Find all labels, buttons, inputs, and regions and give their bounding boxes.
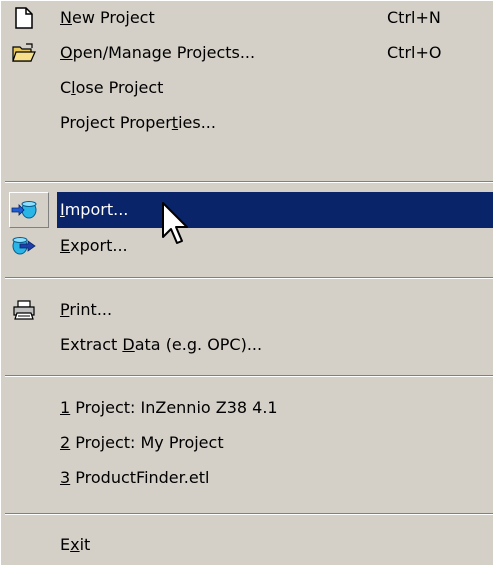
menu-separator bbox=[5, 277, 493, 279]
menu-item-export[interactable]: Export... bbox=[1, 229, 493, 263]
menu-item-shortcut: Ctrl+O bbox=[387, 43, 442, 62]
menu-item-label: New Project bbox=[60, 8, 155, 27]
menu-item-extract-data[interactable]: Extract Data (e.g. OPC)... bbox=[1, 328, 493, 362]
menu-item-recent-2[interactable]: 2 Project: My Project bbox=[1, 426, 493, 460]
printer-icon bbox=[11, 299, 37, 321]
menu-separator bbox=[5, 513, 493, 515]
file-menu: New Project Ctrl+N Open/Manage Projects.… bbox=[0, 0, 493, 565]
export-icon bbox=[11, 235, 37, 257]
menu-item-exit[interactable]: Exit bbox=[1, 528, 493, 562]
menu-item-label: Open/Manage Projects... bbox=[60, 43, 256, 62]
menu-item-import[interactable]: Import... bbox=[1, 193, 493, 227]
menu-item-label: Import... bbox=[60, 200, 129, 219]
menu-item-new-project[interactable]: New Project Ctrl+N bbox=[1, 1, 493, 35]
import-icon bbox=[11, 199, 37, 221]
menu-item-recent-1[interactable]: 1 Project: InZennio Z38 4.1 bbox=[1, 391, 493, 425]
new-document-icon bbox=[11, 7, 37, 29]
menu-item-label: Extract Data (e.g. OPC)... bbox=[60, 335, 263, 354]
open-folder-icon bbox=[11, 42, 37, 64]
mouse-cursor-icon bbox=[161, 201, 191, 249]
menu-item-label: Close Project bbox=[60, 78, 164, 97]
menu-separator bbox=[5, 181, 493, 183]
menu-item-open-manage-projects[interactable]: Open/Manage Projects... Ctrl+O bbox=[1, 36, 493, 70]
menu-item-label: 3 ProductFinder.etl bbox=[60, 468, 210, 487]
menu-item-label: Export... bbox=[60, 236, 128, 255]
menu-item-label: 1 Project: InZennio Z38 4.1 bbox=[60, 398, 278, 417]
menu-item-label: Exit bbox=[60, 535, 91, 554]
menu-separator bbox=[5, 375, 493, 377]
menu-item-label: 2 Project: My Project bbox=[60, 433, 224, 452]
menu-item-label: Project Properties... bbox=[60, 113, 216, 132]
menu-item-shortcut: Ctrl+N bbox=[387, 8, 441, 27]
menu-item-recent-3[interactable]: 3 ProductFinder.etl bbox=[1, 461, 493, 495]
menu-item-label: Print... bbox=[60, 300, 113, 319]
menu-item-close-project[interactable]: Close Project bbox=[1, 71, 493, 105]
menu-item-print[interactable]: Print... bbox=[1, 293, 493, 327]
menu-item-project-properties[interactable]: Project Properties... bbox=[1, 106, 493, 140]
